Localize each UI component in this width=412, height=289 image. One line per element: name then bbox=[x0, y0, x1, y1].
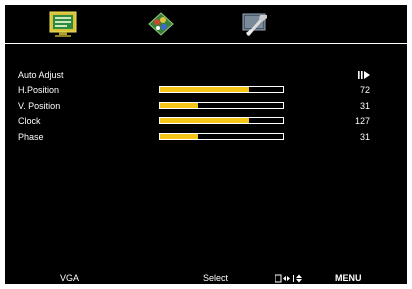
menu-item-value: 31 bbox=[359, 132, 370, 142]
menu-item-value: 72 bbox=[359, 85, 370, 95]
phase-slider[interactable] bbox=[159, 133, 284, 140]
menu-item-label: Phase bbox=[18, 132, 44, 142]
menu-item-clock[interactable]: Clock 127 bbox=[5, 115, 407, 127]
slider-fill bbox=[160, 103, 199, 108]
clock-slider[interactable] bbox=[159, 117, 284, 124]
footer-bar: VGA Select MENU bbox=[5, 272, 407, 284]
slider-fill bbox=[160, 87, 249, 92]
v-position-slider[interactable] bbox=[159, 102, 284, 109]
enter-arrow-icon bbox=[358, 71, 370, 79]
osd-menu: Auto Adjust H.Position 72 V. Position 31 bbox=[5, 5, 407, 284]
tab-divider bbox=[5, 43, 407, 44]
tab-bar bbox=[5, 5, 407, 43]
menu-item-label: H.Position bbox=[18, 85, 60, 95]
menu-item-value: 31 bbox=[359, 101, 370, 111]
monitor-picture-icon[interactable] bbox=[49, 11, 77, 37]
menu-hint-label: MENU bbox=[335, 273, 362, 283]
slider-fill bbox=[160, 134, 199, 139]
select-hint-label: Select bbox=[203, 273, 229, 283]
menu-item-label: Auto Adjust bbox=[18, 70, 64, 80]
color-palette-icon[interactable] bbox=[147, 11, 175, 37]
menu-item-v-position[interactable]: V. Position 31 bbox=[5, 100, 407, 112]
h-position-slider[interactable] bbox=[159, 86, 284, 93]
input-source-label: VGA bbox=[60, 273, 80, 283]
menu-item-auto-adjust[interactable]: Auto Adjust bbox=[5, 69, 407, 81]
menu-item-phase[interactable]: Phase 31 bbox=[5, 131, 407, 143]
screen: Auto Adjust H.Position 72 V. Position 31 bbox=[0, 0, 412, 289]
setup-tools-icon[interactable] bbox=[242, 11, 270, 37]
menu-item-h-position[interactable]: H.Position 72 bbox=[5, 84, 407, 96]
menu-item-label: Clock bbox=[18, 116, 41, 126]
navigate-arrows-icon bbox=[275, 274, 305, 283]
menu-item-label: V. Position bbox=[18, 101, 61, 111]
menu-item-value: 127 bbox=[354, 116, 370, 126]
slider-fill bbox=[160, 118, 249, 123]
